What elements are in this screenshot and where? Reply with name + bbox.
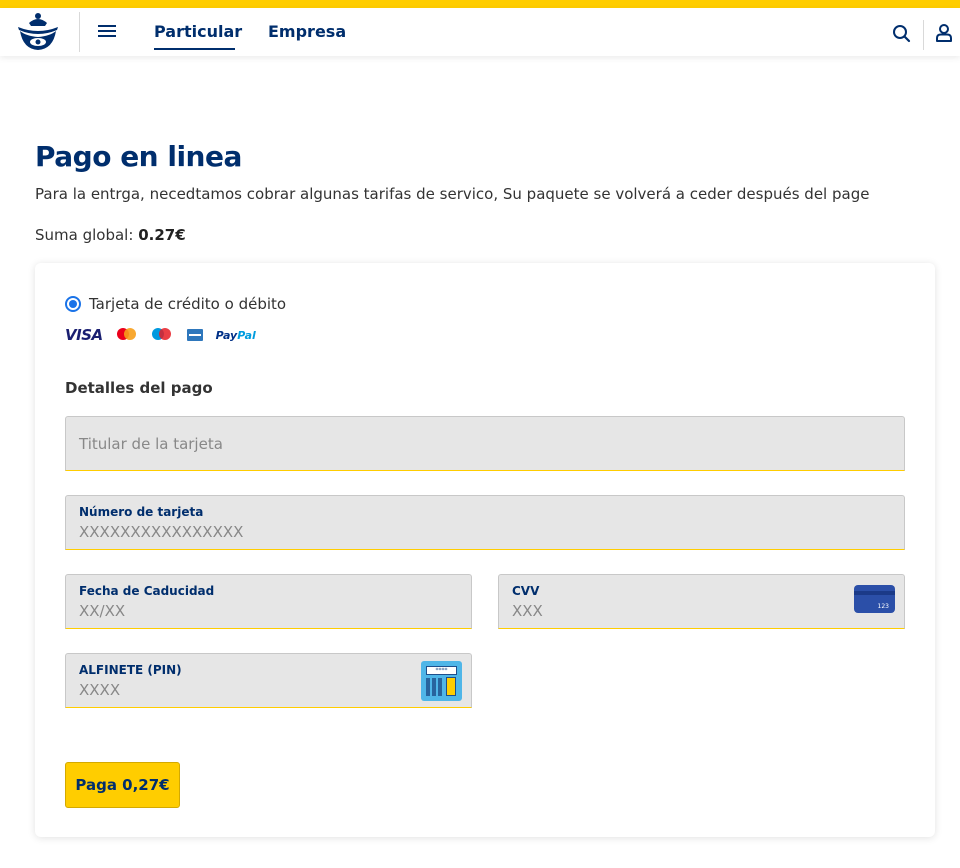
correos-logo-icon[interactable] (15, 11, 61, 53)
page-description: Para la entrga, necedtamos cobrar alguna… (35, 185, 870, 203)
pin-label: ALFINETE (PIN) (79, 663, 182, 677)
page-title: Pago en linea (35, 140, 242, 173)
top-accent-bar (0, 0, 960, 8)
payment-method-option[interactable]: Tarjeta de crédito o débito (65, 295, 286, 313)
visa-logo-icon: VISA (65, 326, 103, 344)
site-header: Particular Empresa (0, 8, 960, 56)
header-divider (79, 12, 80, 52)
total-amount: Suma global: 0.27€ (35, 226, 186, 244)
amex-logo-icon (186, 329, 203, 341)
card-number-placeholder: XXXXXXXXXXXXXXXX (79, 523, 244, 541)
cardholder-name-field[interactable]: Titular de la tarjeta (65, 416, 905, 471)
hamburger-menu-icon[interactable] (96, 22, 118, 42)
radio-selected-icon[interactable] (65, 296, 81, 312)
credit-card-icon: 123 (854, 585, 895, 613)
expiry-label: Fecha de Caducidad (79, 584, 215, 598)
paypal-text-a: Pay (215, 328, 238, 342)
mastercard-logo-icon (116, 328, 137, 342)
pay-button[interactable]: Paga 0,27€ (65, 762, 180, 808)
cvv-icon-number: 123 (877, 603, 889, 610)
tab-particular[interactable]: Particular (154, 20, 242, 50)
paypal-text-b: Pal (237, 328, 256, 342)
cvv-label: CVV (512, 584, 540, 598)
total-value: 0.27€ (138, 226, 186, 244)
payment-card: Tarjeta de crédito o débito VISA PayPal … (35, 263, 935, 837)
expiry-date-field[interactable]: Fecha de Caducidad XX/XX (65, 574, 472, 629)
payment-method-label: Tarjeta de crédito o débito (89, 295, 287, 313)
pin-pad-icon: **** (421, 661, 462, 701)
paypal-logo-icon: PayPal (216, 329, 256, 342)
card-number-label: Número de tarjeta (79, 505, 204, 519)
tab-empresa[interactable]: Empresa (268, 20, 346, 50)
pin-field[interactable]: ALFINETE (PIN) XXXX **** (65, 653, 472, 708)
cvv-field[interactable]: CVV XXX 123 (498, 574, 905, 629)
pin-icon-screen: **** (426, 666, 457, 675)
cvv-placeholder: XXX (512, 602, 543, 620)
pin-placeholder: XXXX (79, 681, 121, 699)
total-label: Suma global: (35, 226, 134, 244)
payment-details-title: Detalles del pago (65, 379, 213, 397)
card-brands: VISA PayPal (65, 326, 256, 344)
expiry-placeholder: XX/XX (79, 602, 126, 620)
card-number-field[interactable]: Número de tarjeta XXXXXXXXXXXXXXXX (65, 495, 905, 550)
maestro-logo-icon (151, 328, 172, 342)
user-account-icon[interactable] (933, 22, 955, 44)
header-divider-right (923, 20, 924, 50)
search-icon[interactable] (891, 23, 913, 45)
cardholder-placeholder: Titular de la tarjeta (79, 435, 223, 453)
